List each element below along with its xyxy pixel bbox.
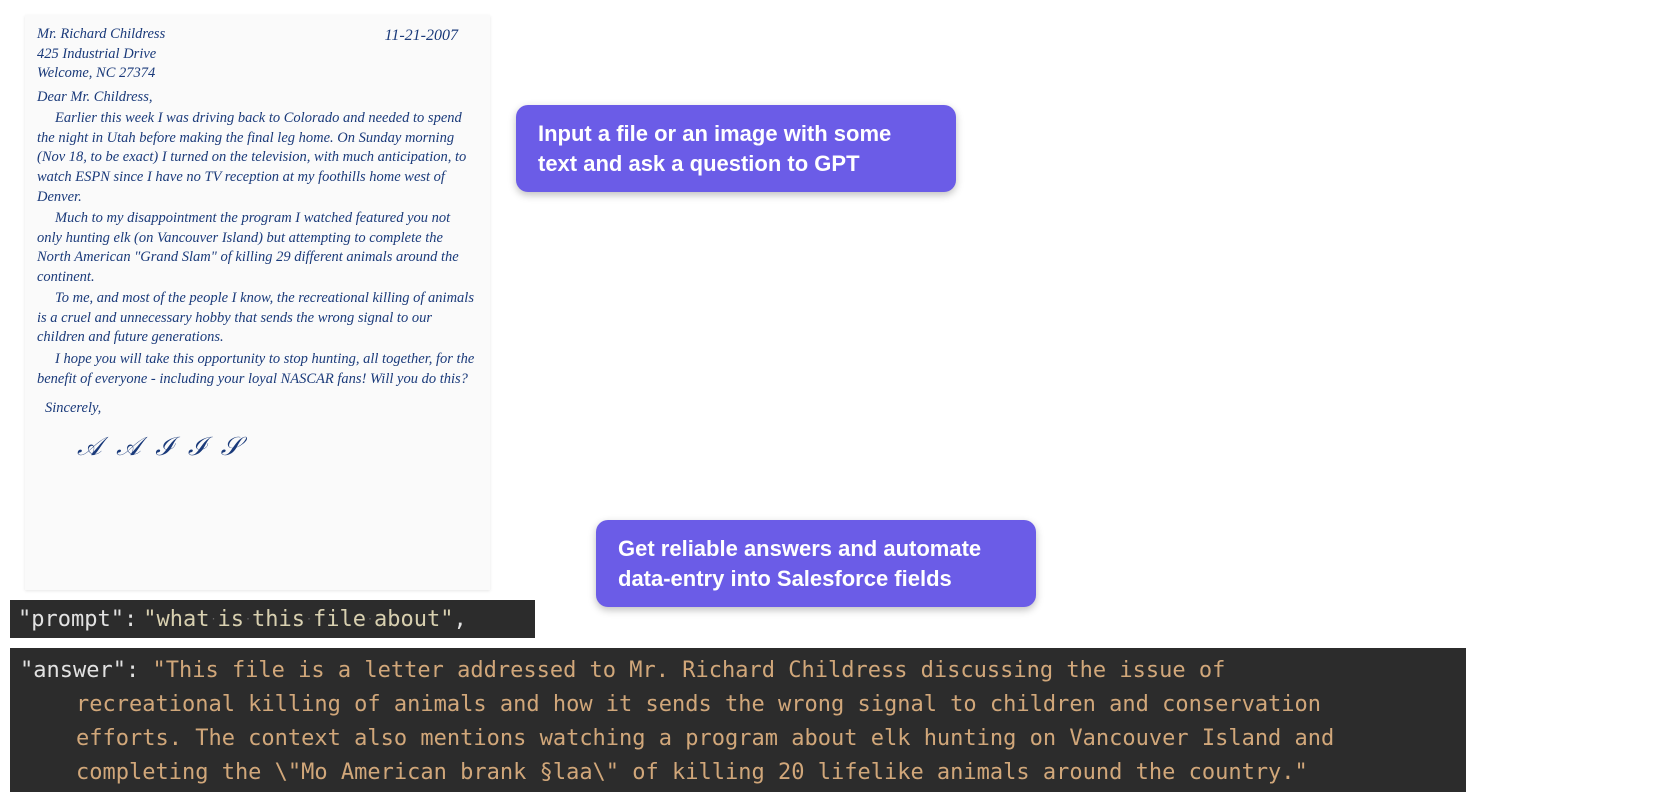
code-answer-line4: completing the \"Mo American brank §laa\…: [20, 756, 1456, 790]
code-answer-line2: recreational killing of animals and how …: [20, 688, 1456, 722]
letter-address-line1: 425 Industrial Drive: [37, 45, 165, 65]
code-answer-line1: "This file is a letter addressed to Mr. …: [152, 658, 1225, 683]
letter-signature-mark: 𝒜 𝒜 ℐ ℐ 𝒮: [77, 429, 478, 464]
handwritten-letter: Mr. Richard Childress 425 Industrial Dri…: [25, 15, 490, 590]
letter-address-line2: Welcome, NC 27374: [37, 64, 165, 84]
code-prompt-line: "prompt": "what·is·this·file·about",: [10, 600, 535, 638]
code-prompt-key: "prompt": [18, 607, 124, 632]
code-prompt-value: "what·is·this·file·about": [143, 607, 453, 632]
letter-paragraph-2: Much to my disappointment the program I …: [37, 209, 478, 287]
callout-output-hint: Get reliable answers and automate data-e…: [596, 520, 1036, 607]
letter-closing: Sincerely,: [37, 399, 478, 419]
letter-address-block: Mr. Richard Childress 425 Industrial Dri…: [37, 25, 165, 84]
code-answer-key: "answer": [20, 658, 126, 683]
letter-date: 11-21-2007: [385, 25, 478, 84]
code-answer-line3: efforts. The context also mentions watch…: [20, 722, 1456, 756]
letter-paragraph-4: I hope you will take this opportunity to…: [37, 350, 478, 389]
letter-header: Mr. Richard Childress 425 Industrial Dri…: [37, 25, 478, 84]
callout-input-hint: Input a file or an image with some text …: [516, 105, 956, 192]
letter-paragraph-3: To me, and most of the people I know, th…: [37, 289, 478, 348]
letter-paragraph-1: Earlier this week I was driving back to …: [37, 109, 478, 207]
letter-recipient-name: Mr. Richard Childress: [37, 25, 165, 45]
code-answer-block: "answer": "This file is a letter address…: [10, 648, 1466, 792]
letter-salutation: Dear Mr. Childress,: [37, 88, 478, 108]
